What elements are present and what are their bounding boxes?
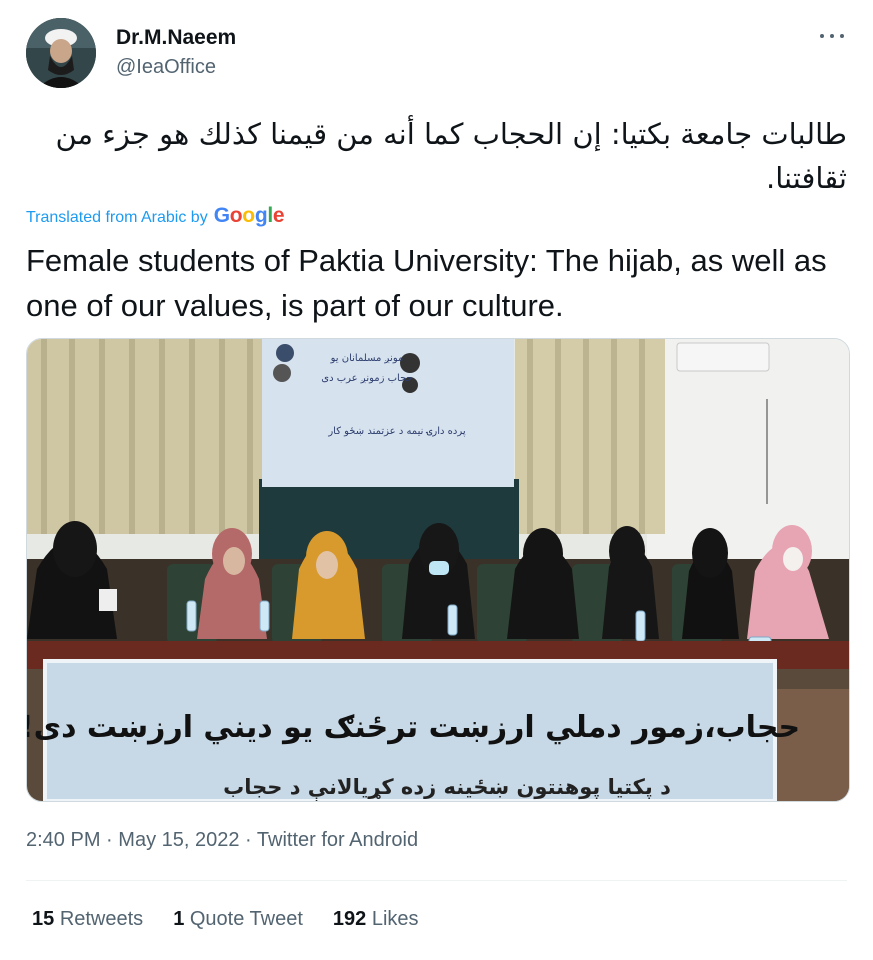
quotes-stat[interactable]: 1 Quote Tweet (173, 908, 303, 931)
poster-text-3: پرده دارۍ نيمه د عزتمند ښځو کار (327, 426, 466, 437)
translation-attribution[interactable]: Translated from Arabic by Google (26, 204, 285, 228)
retweets-label: Retweets (59, 908, 144, 930)
google-logo: Google (213, 204, 285, 227)
poster-text-1: مونږ مسلمانان يو (330, 353, 404, 364)
poster-text-2: حجاب زمونږ عرب دی (321, 373, 412, 384)
translated-label: Translated from Arabic by (26, 209, 208, 226)
author-handle[interactable]: @IeaOffice (116, 56, 216, 79)
quotes-label: Quote Tweet (189, 908, 303, 930)
divider (26, 880, 847, 881)
likes-label: Likes (371, 908, 419, 930)
banner-subtext: د پکتيا پوهنتون ښځينه زده کړيالانې د حجا… (223, 775, 671, 801)
likes-stat[interactable]: 192 Likes (333, 908, 419, 931)
tweet-source[interactable]: Twitter for Android (257, 829, 418, 851)
tweet-time[interactable]: 2:40 PM (26, 829, 100, 851)
retweets-stat[interactable]: 15 Retweets (32, 908, 143, 931)
tweet-photo[interactable]: مونږ مسلمانان يو حجاب زمونږ عرب دی پرده … (26, 338, 850, 802)
more-dots-icon[interactable] (817, 24, 847, 48)
banner-text: حجاب،زمور دملي ارزښت ترځنګ يو ديني ارزښت… (27, 710, 800, 745)
tweet-translated-text: Female students of Paktia University: Th… (26, 243, 827, 323)
avatar[interactable] (26, 18, 96, 88)
tweet-stats: 15 Retweets 1 Quote Tweet 192 Likes (32, 908, 419, 931)
tweet-original-text: طالبات جامعة بكتيا: إن الحجاب كما أنه من… (55, 117, 847, 195)
author-name[interactable]: Dr.M.Naeem (116, 26, 236, 50)
meta-separator: · (106, 829, 113, 851)
quotes-count: 1 (173, 908, 185, 930)
tweet-date[interactable]: May 15, 2022 (118, 829, 239, 851)
tweet-meta: 2:40 PM · May 15, 2022 · Twitter for And… (26, 829, 418, 852)
likes-count: 192 (332, 908, 367, 930)
meta-separator: · (245, 829, 252, 851)
retweets-count: 15 (32, 908, 55, 930)
